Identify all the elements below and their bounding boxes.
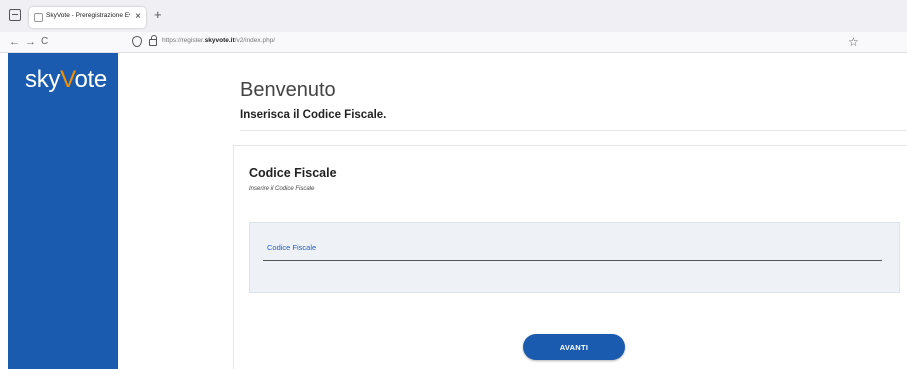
skyvote-logo[interactable]: skyVote: [25, 66, 107, 94]
sidebar: skyVote: [8, 53, 118, 369]
avanti-button[interactable]: AVANTI: [523, 334, 625, 360]
codice-fiscale-field-container: Codice Fiscale: [249, 222, 900, 293]
forward-icon[interactable]: →: [25, 35, 36, 49]
bookmark-star-icon[interactable]: ☆: [848, 34, 859, 50]
address-bar[interactable]: https://register.skyvote.it/v2/index.php…: [125, 34, 880, 51]
page-subtitle: Inserisca il Codice Fiscale.: [240, 109, 387, 121]
form-card: Codice Fiscale Inserire il Codice Fiscal…: [233, 145, 907, 369]
close-tab-icon[interactable]: ×: [135, 10, 141, 24]
form-title: Codice Fiscale: [249, 166, 337, 180]
back-icon[interactable]: ←: [9, 35, 20, 49]
browser-tab[interactable]: SkyVote - Preregistrazione Eventi M ×: [29, 7, 146, 28]
browser-nav-bar: ← → C https://register.skyvote.it/v2/ind…: [0, 32, 907, 53]
lock-icon[interactable]: [149, 35, 157, 46]
page-title: Benvenuto: [240, 79, 336, 101]
codice-fiscale-input[interactable]: [263, 253, 882, 261]
codice-fiscale-label: Codice Fiscale: [267, 243, 317, 252]
new-tab-icon[interactable]: +: [154, 8, 162, 22]
browser-tab-bar: SkyVote - Preregistrazione Eventi M × +: [0, 0, 907, 32]
shield-icon[interactable]: [132, 36, 142, 47]
form-hint: Inserire il Codice Fiscale: [249, 186, 315, 192]
tab-title: SkyVote - Preregistrazione Eventi M: [46, 12, 130, 19]
favicon-icon: [34, 13, 43, 22]
header-divider: [240, 130, 907, 131]
reload-icon[interactable]: C: [41, 35, 48, 49]
sidebar-toggle-icon[interactable]: [9, 9, 21, 21]
url-text[interactable]: https://register.skyvote.it/v2/index.php…: [162, 37, 275, 44]
